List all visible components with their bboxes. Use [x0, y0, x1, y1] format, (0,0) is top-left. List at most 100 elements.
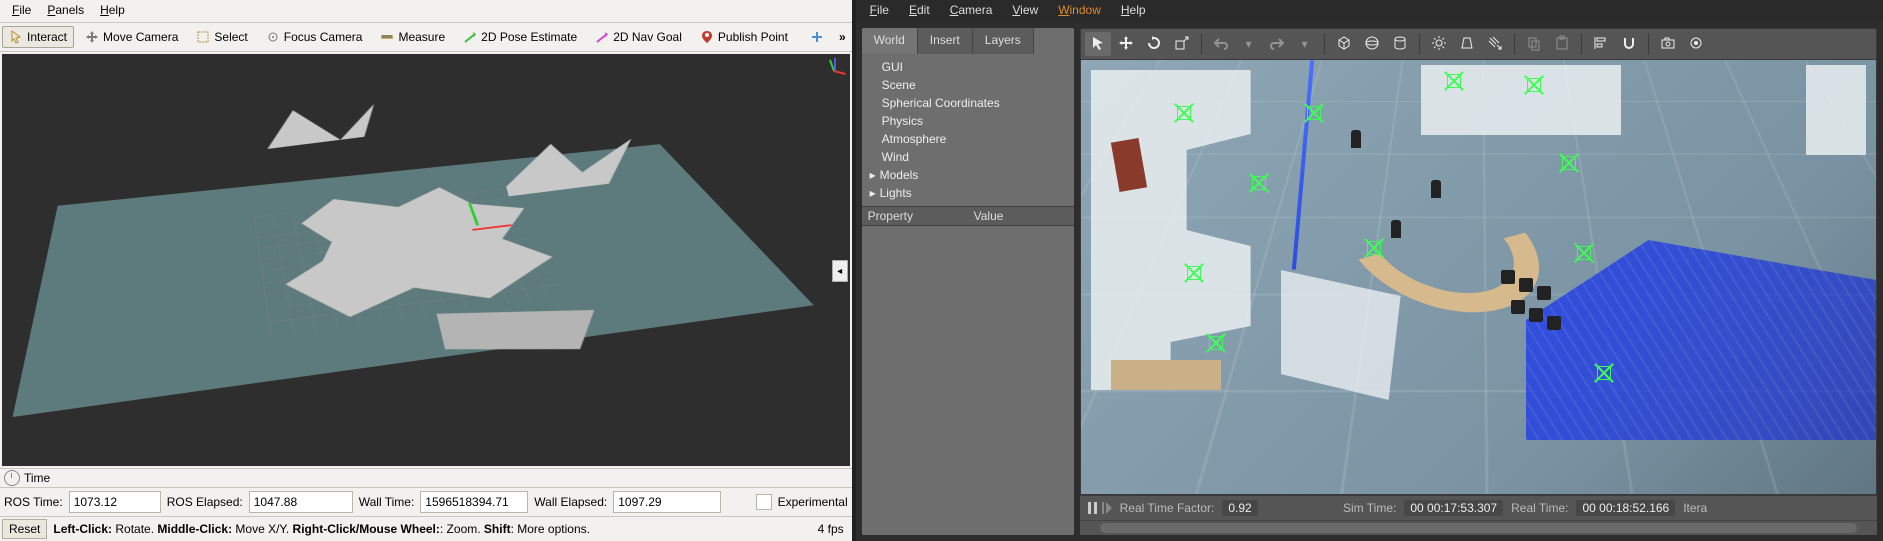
tool-move-camera[interactable]: Move Camera — [78, 26, 185, 48]
axis-gizmo[interactable] — [820, 56, 848, 84]
waypoint-marker — [1521, 72, 1547, 98]
hint-mid-t: Move X/Y. — [232, 522, 292, 536]
rviz-status-bar: Reset Left-Click: Rotate. Middle-Click: … — [0, 516, 852, 541]
tool-interact[interactable]: Interact — [2, 26, 74, 48]
tree-gui[interactable]: GUI — [870, 58, 1066, 76]
waypoint-marker — [1441, 68, 1467, 94]
cursor-icon — [1090, 35, 1106, 54]
person-model — [1351, 130, 1361, 148]
ros-elapsed-label: ROS Elapsed: — [167, 495, 243, 509]
tool-screenshot[interactable] — [1655, 32, 1681, 56]
publish-point-icon — [700, 30, 714, 44]
waypoint-marker — [1203, 330, 1229, 356]
tool-redo-menu[interactable]: ▾ — [1292, 32, 1318, 56]
tool-2d-pose-label: 2D Pose Estimate — [481, 30, 577, 44]
toolbar-overflow[interactable]: » — [835, 28, 850, 46]
menu-panels[interactable]: Panels — [39, 0, 92, 22]
tree-scene[interactable]: Scene — [870, 76, 1066, 94]
menu-file[interactable]: File — [4, 0, 39, 22]
tool-add-display[interactable] — [803, 26, 831, 48]
camera-icon — [1660, 35, 1676, 54]
gazebo-window: File Edit Camera View Window Help World … — [856, 0, 1883, 541]
tool-undo-menu[interactable]: ▾ — [1236, 32, 1262, 56]
gz-menu-edit[interactable]: Edit — [901, 0, 938, 22]
ros-time-field[interactable] — [69, 491, 161, 513]
tool-scale[interactable] — [1169, 32, 1195, 56]
plus-arrows-icon — [810, 30, 824, 44]
time-panel-header[interactable]: Time — [0, 468, 852, 488]
tab-world[interactable]: World — [862, 28, 918, 54]
gazebo-hscroll[interactable] — [1080, 520, 1877, 535]
tool-rotate[interactable] — [1141, 32, 1167, 56]
step-button[interactable] — [1102, 502, 1112, 514]
tool-translate[interactable] — [1113, 32, 1139, 56]
property-body — [862, 226, 1074, 535]
experimental-checkbox[interactable] — [756, 494, 772, 510]
rviz-scene — [2, 54, 830, 466]
tool-align[interactable] — [1588, 32, 1614, 56]
menu-help[interactable]: Help — [92, 0, 133, 22]
property-header: Property Value — [862, 206, 1074, 226]
gazebo-left-tabs: World Insert Layers — [862, 28, 1074, 54]
insert-sphere[interactable] — [1359, 32, 1385, 56]
reset-button[interactable]: Reset — [2, 519, 47, 539]
focus-camera-icon — [266, 30, 280, 44]
tool-redo[interactable] — [1264, 32, 1290, 56]
tool-select-label: Select — [214, 30, 247, 44]
gazebo-3d-viewport[interactable] — [1080, 60, 1877, 495]
tab-layers[interactable]: Layers — [973, 28, 1034, 54]
tree-wind[interactable]: Wind — [870, 148, 1066, 166]
tool-snap[interactable] — [1616, 32, 1642, 56]
tool-paste[interactable] — [1549, 32, 1575, 56]
gz-menu-help[interactable]: Help — [1113, 0, 1154, 22]
hint-shift-t: : More options. — [511, 522, 590, 536]
tool-publish-point[interactable]: Publish Point — [693, 26, 795, 48]
gz-menu-camera[interactable]: Camera — [942, 0, 1001, 22]
tree-atmosphere[interactable]: Atmosphere — [870, 130, 1066, 148]
expand-icon[interactable]: ▸ — [870, 166, 880, 184]
measure-icon — [380, 30, 394, 44]
waypoint-marker — [1181, 260, 1207, 286]
gz-menu-file[interactable]: File — [862, 0, 897, 22]
expand-icon[interactable]: ▸ — [870, 184, 880, 202]
tree-lights[interactable]: ▸Lights — [870, 184, 1066, 202]
wall-time-label: Wall Time: — [359, 495, 415, 509]
pause-button[interactable] — [1088, 502, 1098, 514]
gz-menu-window[interactable]: Window — [1050, 0, 1109, 22]
tree-spherical[interactable]: Spherical Coordinates — [870, 94, 1066, 112]
hint-mid-b: Middle-Click: — [157, 522, 232, 536]
insert-cylinder[interactable] — [1387, 32, 1413, 56]
tool-arrow[interactable] — [1085, 32, 1111, 56]
waypoint-marker — [1556, 150, 1582, 176]
directional-light-icon — [1487, 35, 1503, 54]
tool-2d-pose-estimate[interactable]: 2D Pose Estimate — [456, 26, 584, 48]
insert-point-light[interactable] — [1426, 32, 1452, 56]
pose-estimate-icon — [463, 30, 477, 44]
paste-icon — [1554, 35, 1570, 54]
tool-log[interactable] — [1683, 32, 1709, 56]
tool-focus-camera[interactable]: Focus Camera — [259, 26, 370, 48]
wall-time-field[interactable] — [420, 491, 528, 513]
tool-measure[interactable]: Measure — [373, 26, 452, 48]
insert-spot-light[interactable] — [1454, 32, 1480, 56]
chevron-down-icon: ▾ — [1302, 37, 1308, 51]
tool-select[interactable]: Select — [189, 26, 254, 48]
chair-model — [1547, 316, 1561, 330]
tab-insert[interactable]: Insert — [918, 28, 973, 54]
ros-elapsed-field[interactable] — [249, 491, 353, 513]
tree-models[interactable]: ▸Models — [870, 166, 1066, 184]
tree-physics[interactable]: Physics — [870, 112, 1066, 130]
sim-time-value: 00 00:17:53.307 — [1404, 500, 1503, 516]
tool-2d-nav-goal[interactable]: 2D Nav Goal — [588, 26, 689, 48]
tool-undo[interactable] — [1208, 32, 1234, 56]
sphere-icon — [1364, 35, 1380, 54]
rviz-3d-viewport[interactable]: ◂ — [2, 54, 850, 466]
gz-menu-view[interactable]: View — [1004, 0, 1046, 22]
insert-directional-light[interactable] — [1482, 32, 1508, 56]
world-tree[interactable]: GUI Scene Spherical Coordinates Physics … — [862, 54, 1074, 206]
insert-box[interactable] — [1331, 32, 1357, 56]
waypoint-marker — [1361, 235, 1387, 261]
wall-elapsed-field[interactable] — [613, 491, 721, 513]
panel-expand-handle[interactable]: ◂ — [832, 260, 848, 282]
tool-copy[interactable] — [1521, 32, 1547, 56]
